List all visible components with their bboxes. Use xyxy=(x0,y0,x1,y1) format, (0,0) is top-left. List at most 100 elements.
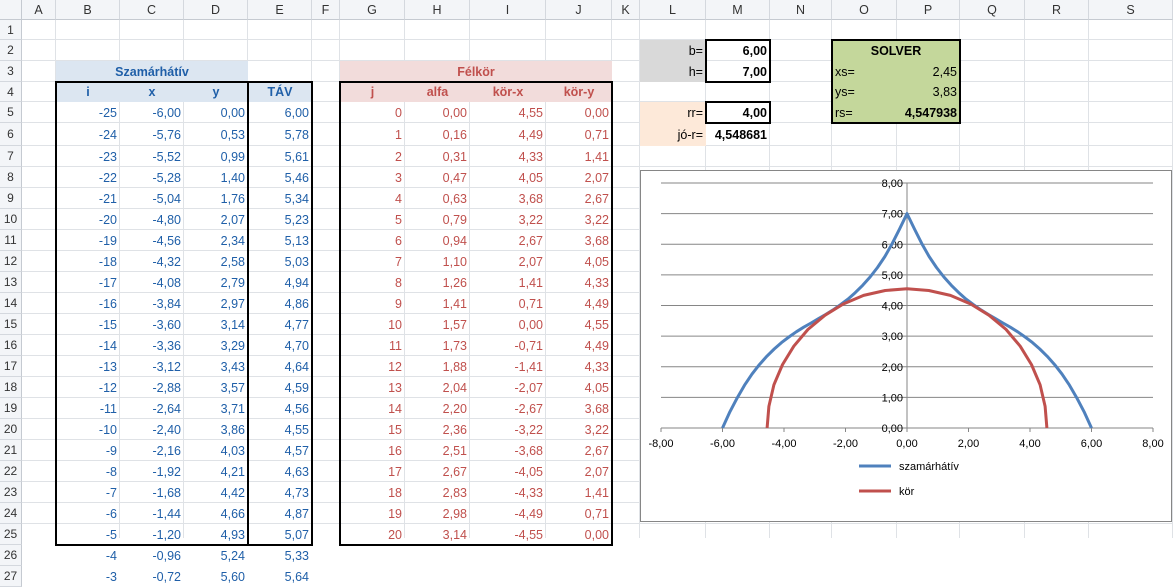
row-header-27[interactable]: 27 xyxy=(0,566,22,587)
felkor-cell[interactable]: 2,20 xyxy=(405,398,470,419)
szamarhativ-cell[interactable]: -25 xyxy=(56,102,120,123)
felkor-cell[interactable]: -4,55 xyxy=(470,524,546,545)
felkor-cell[interactable]: 3 xyxy=(340,167,405,188)
szamarhativ-cell[interactable]: -2,88 xyxy=(120,377,184,398)
felkor-cell[interactable]: 0,00 xyxy=(546,102,612,123)
b-value[interactable]: 6,00 xyxy=(706,40,770,61)
felkor-cell[interactable]: 1,10 xyxy=(405,251,470,272)
felkor-cell[interactable]: 0,63 xyxy=(405,188,470,209)
felkor-cell[interactable]: 4,33 xyxy=(546,272,612,293)
felkor-header-3[interactable]: kör-y xyxy=(546,82,612,102)
szamarhativ-cell[interactable]: -16 xyxy=(56,293,120,314)
szamarhativ-cell[interactable]: -4,80 xyxy=(120,209,184,230)
felkor-cell[interactable]: 3,22 xyxy=(546,209,612,230)
szamarhativ-cell[interactable]: -8 xyxy=(56,461,120,482)
szamarhativ-cell[interactable]: 4,93 xyxy=(184,524,248,545)
szamarhativ-cell[interactable]: -18 xyxy=(56,251,120,272)
felkor-cell[interactable]: 2 xyxy=(340,146,405,167)
szamarhativ-cell[interactable]: 0,99 xyxy=(184,146,248,167)
felkor-cell[interactable]: 1,88 xyxy=(405,356,470,377)
szamarhativ-cell[interactable]: -5,76 xyxy=(120,123,184,146)
column-header-j[interactable]: J xyxy=(546,0,612,20)
szamarhativ-cell[interactable]: -21 xyxy=(56,188,120,209)
felkor-cell[interactable]: 4,05 xyxy=(546,377,612,398)
column-header-q[interactable]: Q xyxy=(960,0,1025,20)
row-header-5[interactable]: 5 xyxy=(0,102,22,123)
column-header-r[interactable]: R xyxy=(1025,0,1089,20)
szamarhativ-cell[interactable]: -1,92 xyxy=(120,461,184,482)
szamarhativ-cell[interactable]: -0,96 xyxy=(120,545,184,566)
szamarhativ-cell[interactable]: 4,55 xyxy=(248,419,312,440)
column-header-k[interactable]: K xyxy=(612,0,640,20)
column-header-i[interactable]: I xyxy=(470,0,546,20)
szamarhativ-cell[interactable]: -19 xyxy=(56,230,120,251)
felkor-cell[interactable]: -2,67 xyxy=(470,398,546,419)
row-header-17[interactable]: 17 xyxy=(0,356,22,377)
jo-r-value[interactable]: 4,548681 xyxy=(706,123,770,146)
row-header-1[interactable]: 1 xyxy=(0,20,22,40)
row-header-6[interactable]: 6 xyxy=(0,123,22,146)
felkor-cell[interactable]: 3,22 xyxy=(470,209,546,230)
szamarhativ-cell[interactable]: 4,87 xyxy=(248,503,312,524)
felkor-cell[interactable]: -4,49 xyxy=(470,503,546,524)
szamarhativ-cell[interactable]: 4,57 xyxy=(248,440,312,461)
szamarhativ-cell[interactable]: 4,64 xyxy=(248,356,312,377)
szamarhativ-cell[interactable]: 1,76 xyxy=(184,188,248,209)
felkor-title[interactable]: Félkör xyxy=(340,61,612,82)
column-header-a[interactable]: A xyxy=(22,0,56,20)
row-header-9[interactable]: 9 xyxy=(0,188,22,209)
szamarhativ-cell[interactable]: -1,68 xyxy=(120,482,184,503)
szamarhativ-cell[interactable]: -5,04 xyxy=(120,188,184,209)
row-header-3[interactable]: 3 xyxy=(0,61,22,82)
felkor-cell[interactable]: 2,51 xyxy=(405,440,470,461)
felkor-cell[interactable]: 2,98 xyxy=(405,503,470,524)
szamarhativ-cell[interactable]: -24 xyxy=(56,123,120,146)
felkor-cell[interactable]: 9 xyxy=(340,293,405,314)
felkor-cell[interactable]: 12 xyxy=(340,356,405,377)
row-header-10[interactable]: 10 xyxy=(0,209,22,230)
ys-value[interactable]: 3,83 xyxy=(897,82,960,102)
szamarhativ-cell[interactable]: 4,66 xyxy=(184,503,248,524)
szamarhativ-cell[interactable]: 4,56 xyxy=(248,398,312,419)
felkor-cell[interactable]: 4 xyxy=(340,188,405,209)
szamarhativ-cell[interactable]: -11 xyxy=(56,398,120,419)
felkor-cell[interactable]: 2,67 xyxy=(405,461,470,482)
felkor-cell[interactable]: 2,83 xyxy=(405,482,470,503)
szamarhativ-cell[interactable]: -6 xyxy=(56,503,120,524)
row-header-11[interactable]: 11 xyxy=(0,230,22,251)
rs-label[interactable]: rs= xyxy=(832,102,897,123)
column-header-d[interactable]: D xyxy=(184,0,248,20)
szamarhativ-cell[interactable]: 5,23 xyxy=(248,209,312,230)
felkor-cell[interactable]: 1,41 xyxy=(405,293,470,314)
column-header-h[interactable]: H xyxy=(405,0,470,20)
felkor-cell[interactable]: 0,79 xyxy=(405,209,470,230)
row-header-13[interactable]: 13 xyxy=(0,272,22,293)
row-header-18[interactable]: 18 xyxy=(0,377,22,398)
szamarhativ-cell[interactable]: 4,59 xyxy=(248,377,312,398)
felkor-cell[interactable]: -2,07 xyxy=(470,377,546,398)
felkor-cell[interactable]: 4,49 xyxy=(546,335,612,356)
szamarhativ-cell[interactable]: -15 xyxy=(56,314,120,335)
szamarhativ-cell[interactable]: 3,86 xyxy=(184,419,248,440)
szamarhativ-cell[interactable]: 5,33 xyxy=(248,545,312,566)
felkor-cell[interactable]: 8 xyxy=(340,272,405,293)
szamarhativ-cell[interactable]: 3,14 xyxy=(184,314,248,335)
felkor-cell[interactable]: -0,71 xyxy=(470,335,546,356)
szamarhativ-cell[interactable]: 3,57 xyxy=(184,377,248,398)
row-header-4[interactable]: 4 xyxy=(0,82,22,102)
szamarhativ-cell[interactable]: -23 xyxy=(56,146,120,167)
szamarhativ-cell[interactable]: -3,84 xyxy=(120,293,184,314)
felkor-cell[interactable]: 18 xyxy=(340,482,405,503)
select-all-corner[interactable] xyxy=(0,0,22,20)
felkor-cell[interactable]: 3,14 xyxy=(405,524,470,545)
felkor-cell[interactable]: 15 xyxy=(340,419,405,440)
szamarhativ-cell[interactable]: 5,07 xyxy=(248,524,312,545)
felkor-cell[interactable]: 0,71 xyxy=(470,293,546,314)
felkor-cell[interactable]: 3,68 xyxy=(546,398,612,419)
szamarhativ-header-0[interactable]: i xyxy=(56,82,120,102)
felkor-cell[interactable]: 0,00 xyxy=(405,102,470,123)
felkor-cell[interactable]: 2,07 xyxy=(546,461,612,482)
felkor-cell[interactable]: 2,67 xyxy=(546,440,612,461)
column-header-s[interactable]: S xyxy=(1089,0,1173,20)
jo-r-label[interactable]: jó-r= xyxy=(640,123,706,146)
